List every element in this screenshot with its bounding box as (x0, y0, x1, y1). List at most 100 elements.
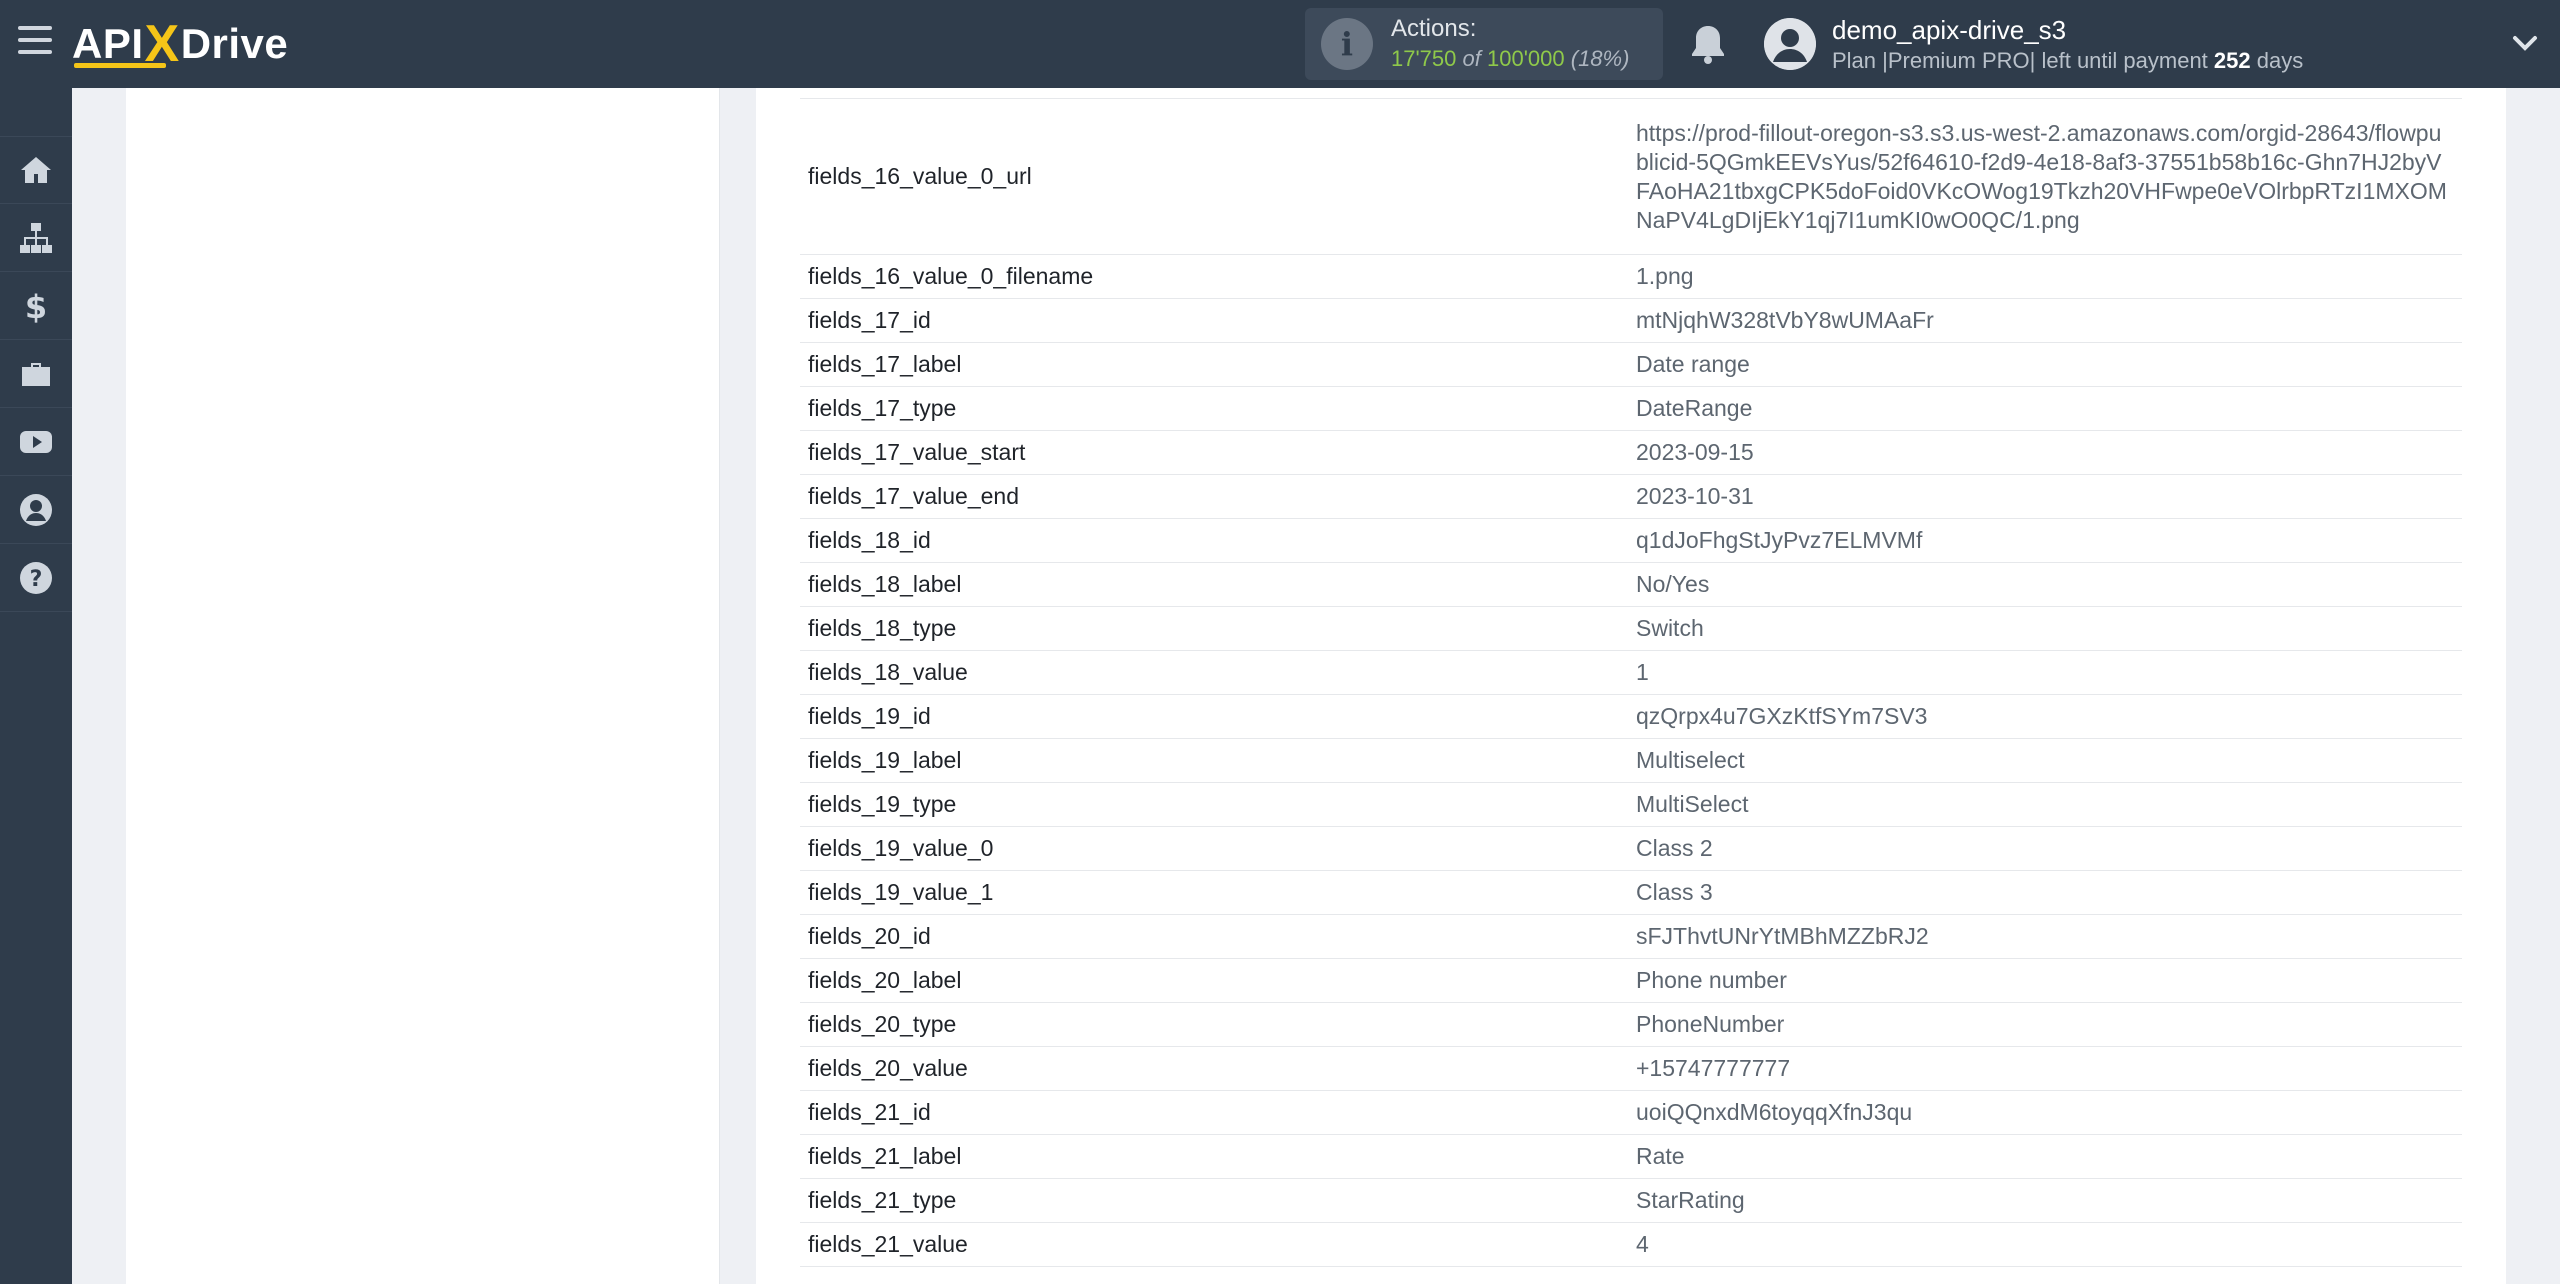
sidebar-item-billing[interactable]: $ (0, 272, 72, 340)
user-days-suffix: days (2256, 48, 2304, 73)
field-value: Class 3 (1636, 879, 1713, 905)
actions-of: of (1462, 46, 1481, 71)
field-value: https://prod-fillout-oregon-s3.s3.us-wes… (1636, 119, 2447, 233)
field-value: mtNjqhW328tVbY8wUMAaFr (1636, 307, 1934, 333)
user-plan: Plan |Premium PRO| left until payment 25… (1832, 46, 2303, 76)
table-row: fields_17_label Date range (800, 343, 2462, 387)
field-key: fields_21_value (808, 1231, 968, 1257)
table-row: fields_20_type PhoneNumber (800, 1003, 2462, 1047)
actions-percent: (18%) (1570, 46, 1630, 71)
table-row: fields_17_type DateRange (800, 387, 2462, 431)
field-value: 2023-10-31 (1636, 483, 1754, 509)
field-key: fields_17_value_end (808, 483, 1020, 509)
field-key: fields_20_type (808, 1011, 957, 1037)
field-value: 1.png (1636, 263, 1694, 289)
field-value: uoiQQnxdM6toyqqXfnJ3qu (1636, 1099, 1913, 1125)
field-value: No/Yes (1636, 571, 1710, 597)
sidebar-item-profile[interactable] (0, 476, 72, 544)
field-key: fields_20_id (808, 923, 931, 949)
actions-label: Actions: (1391, 15, 1477, 42)
sidebar-item-connections[interactable] (0, 204, 72, 272)
table-row: fields_19_value_1 Class 3 (800, 871, 2462, 915)
actions-total: 100'000 (1487, 46, 1565, 71)
actions-counter: i Actions: 17'750 of 100'000 (18%) (1305, 8, 1663, 80)
field-key: fields_17_value_start (808, 439, 1026, 465)
table-row: fields_21_type StarRating (800, 1179, 2462, 1223)
field-value: StarRating (1636, 1187, 1745, 1213)
bell-icon[interactable] (1688, 22, 1728, 66)
table-row: fields_17_value_end 2023-10-31 (800, 475, 2462, 519)
sitemap-icon (20, 222, 52, 253)
table-row: fields_20_value +15747777777 (800, 1047, 2462, 1091)
home-icon (21, 157, 51, 183)
avatar[interactable] (1764, 18, 1816, 70)
field-key: fields_21_id (808, 1099, 931, 1125)
field-key: fields_18_label (808, 571, 962, 597)
user-name: demo_apix-drive_s3 (1832, 15, 2067, 45)
table-row: fields_21_label Rate (800, 1135, 2462, 1179)
top-header: API X Drive i Actions: 17'750 of 100'000 (… (0, 0, 2560, 88)
field-key: fields_20_label (808, 967, 962, 993)
field-value: qzQrpx4u7GXzKtfSYm7SV3 (1636, 703, 1928, 729)
table-row: fields_20_label Phone number (800, 959, 2462, 1003)
apix-drive-logo[interactable]: API X Drive (72, 14, 288, 74)
user-days-count: 252 (2213, 48, 2251, 73)
field-key: fields_21_type (808, 1187, 957, 1213)
user-circle-icon (20, 493, 52, 526)
field-value: Date range (1636, 351, 1750, 377)
dollar-icon: $ (25, 288, 47, 324)
sidebar-item-home[interactable] (0, 136, 72, 204)
field-value: 2023-09-15 (1636, 439, 1754, 465)
table-row: fields_19_type MultiSelect (800, 783, 2462, 827)
table-row: fields_20_id sFJThvtUNrYtMBhMZZbRJ2 (800, 915, 2462, 959)
sidebar-item-video[interactable] (0, 408, 72, 476)
field-value: Switch (1636, 615, 1704, 641)
table-row: fields_16_value_0_url https://prod-fillou… (800, 99, 2462, 255)
briefcase-icon (22, 362, 50, 386)
sidebar-item-help[interactable]: ? (0, 544, 72, 612)
table-row: fields_21_value 4 (800, 1223, 2462, 1267)
left-panel (126, 88, 720, 1284)
table-row: fields_18_type Switch (800, 607, 2462, 651)
field-key: fields_16_value_0_filename (808, 263, 1094, 289)
field-value: Class 2 (1636, 835, 1713, 861)
actions-count: 17'750 of 100'000 (18%) (1391, 44, 1629, 74)
sidebar-item-briefcase[interactable] (0, 340, 72, 408)
field-key: fields_18_id (808, 527, 931, 553)
user-info[interactable]: demo_apix-drive_s3 Plan |Premium PRO| le… (1832, 14, 2303, 76)
svg-text:?: ? (30, 567, 43, 592)
field-value: 1 (1636, 659, 1649, 685)
fields-table: fields_16_value_0_url https://prod-fillou… (800, 98, 2462, 1267)
table-row: fields_17_value_start 2023-09-15 (800, 431, 2462, 475)
actions-used: 17'750 (1391, 46, 1457, 71)
menu-icon[interactable] (18, 26, 52, 62)
field-key: fields_21_label (808, 1143, 962, 1169)
field-key: fields_20_value (808, 1055, 968, 1081)
logo-underline (74, 63, 166, 68)
field-key: fields_19_id (808, 703, 931, 729)
table-row: fields_19_value_0 Class 2 (800, 827, 2462, 871)
field-value: Rate (1636, 1143, 1685, 1169)
field-value: +15747777777 (1636, 1055, 1791, 1081)
table-row: fields_19_label Multiselect (800, 739, 2462, 783)
field-key: fields_18_value (808, 659, 968, 685)
info-icon: i (1321, 18, 1373, 70)
field-key: fields_19_label (808, 747, 962, 773)
field-key: fields_17_label (808, 351, 962, 377)
field-key: fields_18_type (808, 615, 957, 641)
chevron-down-icon[interactable] (2512, 30, 2538, 56)
field-value: Phone number (1636, 967, 1787, 993)
user-plan-prefix: Plan |Premium PRO| left until payment (1832, 48, 2208, 73)
field-value: MultiSelect (1636, 791, 1749, 817)
table-row: fields_21_id uoiQQnxdM6toyqqXfnJ3qu (800, 1091, 2462, 1135)
field-value: Multiselect (1636, 747, 1745, 773)
field-key: fields_19_value_1 (808, 879, 994, 905)
table-row: fields_17_id mtNjqhW328tVbY8wUMAaFr (800, 299, 2462, 343)
help-icon: ? (20, 561, 52, 594)
table-row: fields_18_label No/Yes (800, 563, 2462, 607)
youtube-icon (20, 430, 52, 453)
field-value: DateRange (1636, 395, 1753, 421)
field-value: PhoneNumber (1636, 1011, 1785, 1037)
table-row: fields_18_id q1dJoFhgStJyPvz7ELMVMf (800, 519, 2462, 563)
field-key: fields_17_id (808, 307, 931, 333)
